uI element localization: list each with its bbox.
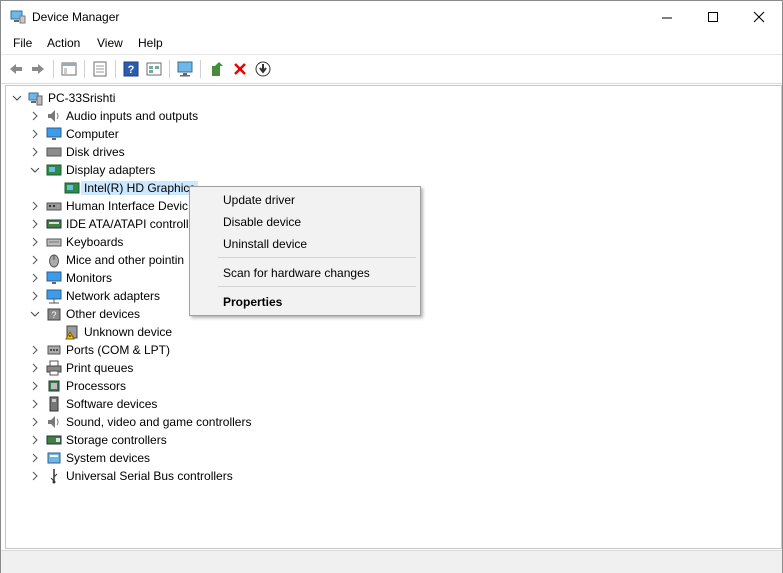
menu-action[interactable]: Action [45,36,82,50]
toolbar: ? [1,54,782,84]
close-button[interactable] [736,1,782,33]
mouse-icon [49,254,59,268]
warning-device-icon [65,325,78,340]
system-device-icon [47,452,61,464]
chevron-right-icon[interactable] [30,129,40,139]
maximize-button[interactable] [690,1,736,33]
context-menu: Update driver Disable device Uninstall d… [189,186,421,316]
chevron-right-icon[interactable] [30,399,40,409]
menu-update-driver[interactable]: Update driver [223,193,295,207]
chevron-right-icon[interactable] [30,111,40,121]
toolbar-separator [200,60,201,78]
speaker-icon [48,110,59,122]
window-title: Device Manager [32,10,120,24]
device-tree[interactable]: PC-33Srishti Audio inputs and outputs Co… [5,85,782,549]
device-manager-icon [10,10,26,24]
svg-text:?: ? [51,310,56,320]
menu-uninstall-device[interactable]: Uninstall device [223,237,307,251]
download-icon[interactable] [253,59,273,79]
ide-controller-icon [46,219,62,229]
minimize-button[interactable] [644,1,690,33]
chevron-right-icon[interactable] [30,417,40,427]
menu-view[interactable]: View [95,36,125,50]
forward-icon[interactable] [28,59,48,79]
display-adapter-icon [64,182,80,194]
hid-icon [46,202,62,211]
view-icon[interactable] [144,59,164,79]
toolbar-separator [115,60,116,78]
menu-scan-hardware[interactable]: Scan for hardware changes [223,266,370,280]
speaker-icon [48,416,59,428]
show-hide-tree-icon[interactable] [59,59,79,79]
processor-icon [48,380,60,392]
chevron-down-icon[interactable] [30,309,40,319]
properties-icon[interactable] [90,59,110,79]
chevron-right-icon[interactable] [30,381,40,391]
computer-icon [28,92,43,106]
menu-bar: File Action View Help [1,33,782,53]
menu-separator [218,286,416,287]
title-bar: Device Manager [1,1,782,33]
status-bar [1,550,782,573]
svg-text:?: ? [128,64,135,76]
chevron-right-icon[interactable] [30,363,40,373]
unknown-device-icon: ? [47,308,61,321]
menu-disable-device[interactable]: Disable device [223,215,301,229]
toolbar-separator [169,60,170,78]
menu-separator [218,257,416,258]
chevron-right-icon[interactable] [30,291,40,301]
help-icon[interactable]: ? [121,59,141,79]
chevron-right-icon[interactable] [30,201,40,211]
chevron-right-icon[interactable] [30,255,40,265]
menu-properties[interactable]: Properties [223,295,282,309]
chevron-down-icon[interactable] [12,93,22,103]
storage-controller-icon [46,435,62,445]
back-icon[interactable] [6,59,26,79]
keyboard-icon [46,238,62,247]
computer-monitor-icon [46,127,62,140]
port-icon [47,345,61,355]
chevron-right-icon[interactable] [30,435,40,445]
toolbar-separator [84,60,85,78]
chevron-down-icon[interactable] [30,165,40,175]
chevron-right-icon[interactable] [30,471,40,481]
monitor-scan-icon[interactable] [175,59,195,79]
chevron-right-icon[interactable] [30,219,40,229]
uninstall-icon[interactable] [230,59,250,79]
chevron-right-icon[interactable] [30,273,40,283]
update-driver-icon[interactable] [207,59,227,79]
menu-help[interactable]: Help [136,36,165,50]
display-adapter-icon [46,164,62,176]
usb-icon [50,469,58,484]
printer-icon [46,360,62,376]
chevron-right-icon[interactable] [30,237,40,247]
toolbar-separator [53,60,54,78]
network-adapter-icon [46,289,62,304]
software-device-icon [49,396,59,412]
chevron-right-icon[interactable] [30,453,40,463]
disk-drive-icon [46,147,62,157]
chevron-right-icon[interactable] [30,147,40,157]
chevron-right-icon[interactable] [30,345,40,355]
device-manager-window: Device Manager File Action View Help ? P… [0,0,783,573]
monitor-icon [46,271,62,284]
menu-file[interactable]: File [11,36,34,50]
